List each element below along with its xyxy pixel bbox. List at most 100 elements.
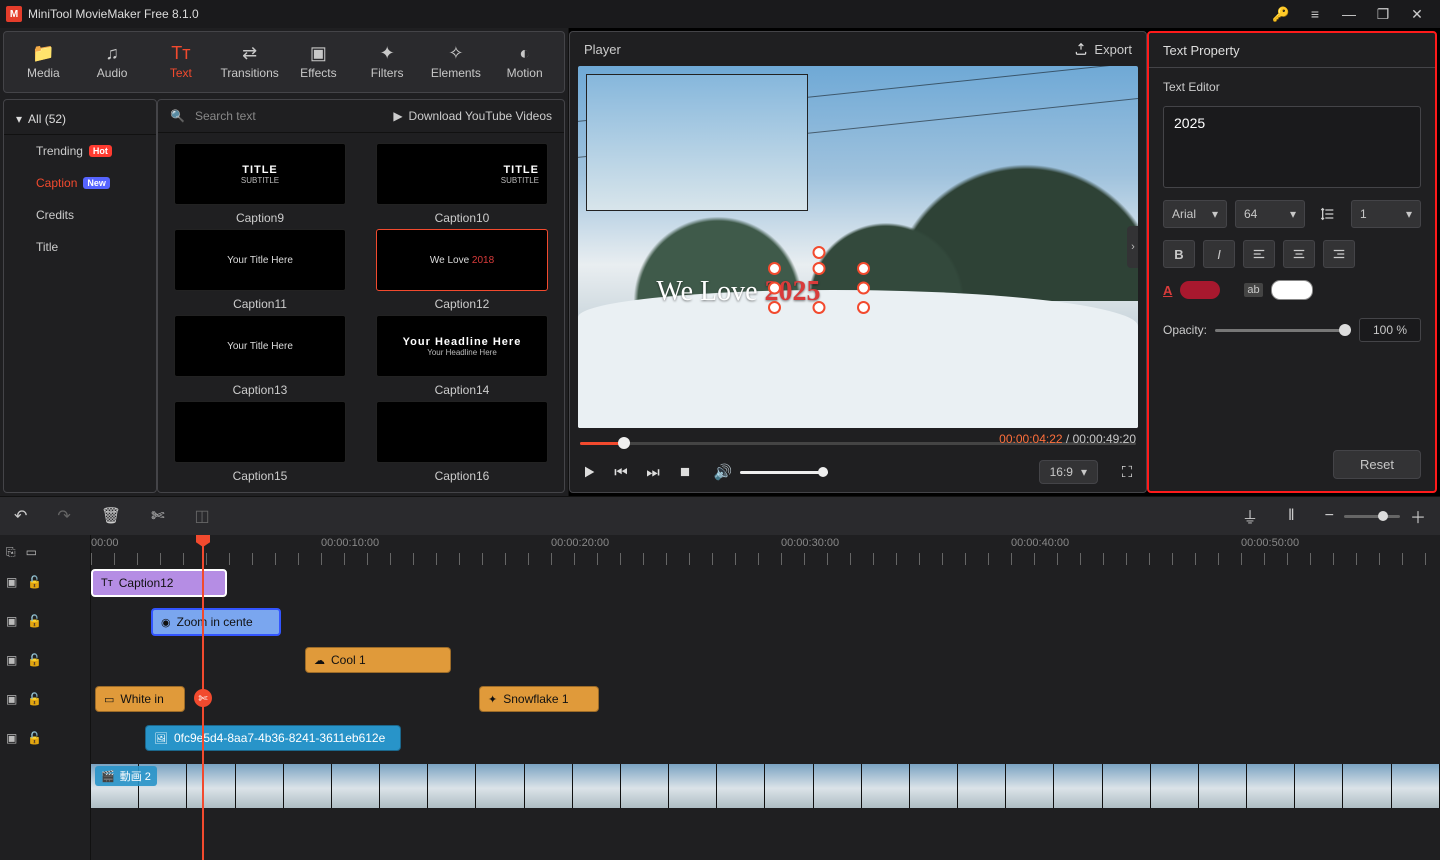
thumb-caption10[interactable]: TITLESUBTITLECaption10 (368, 143, 556, 225)
clip-transition[interactable]: ✦ Snowflake 1 (479, 686, 599, 712)
thumb-caption16[interactable]: Caption16 (368, 401, 556, 483)
zoom-in-icon[interactable]: ＋ (1410, 504, 1426, 528)
highlight-icon[interactable]: ab (1244, 283, 1262, 297)
track-visible-icon[interactable]: ▣ (6, 575, 17, 589)
track-visible-icon[interactable]: ▣ (6, 653, 17, 667)
seek-bar[interactable]: 00:00:04:22 / 00:00:49:20 (580, 434, 1136, 452)
thumb-caption9[interactable]: TITLESUBTITLECaption9 (166, 143, 354, 225)
snap-icon[interactable]: ‖ (1288, 507, 1295, 525)
export-button[interactable]: Export (1074, 42, 1132, 57)
tab-media[interactable]: 📁Media (10, 34, 77, 90)
player-title: Player (584, 42, 621, 57)
track-manager-icon[interactable]: ▭ (26, 545, 37, 559)
search-input[interactable]: Search text (195, 109, 256, 123)
clip-media[interactable]: 🖼 0fc9e5d4-8aa7-4b36-8241-3611eb612e (145, 725, 401, 751)
tab-audio[interactable]: ♫Audio (79, 34, 146, 90)
font-color-icon[interactable]: A (1163, 283, 1172, 298)
thumb-caption13[interactable]: Your Title HereCaption13 (166, 315, 354, 397)
track-lock-icon[interactable]: 🔓 (27, 731, 42, 745)
ruler-label: 00:00:40:00 (1011, 537, 1069, 549)
thumb-caption11[interactable]: Your Title HereCaption11 (166, 229, 354, 311)
thumb-caption15[interactable]: Caption15 (166, 401, 354, 483)
track-lock-icon[interactable]: 🔓 (27, 575, 42, 589)
clip-motion[interactable]: ◉ Zoom in cente (151, 608, 281, 636)
chevron-down-icon: ▾ (1081, 465, 1087, 479)
timeline-content[interactable]: 00:0000:00:10:0000:00:20:0000:00:30:0000… (91, 535, 1440, 860)
redo-icon[interactable]: ↷ (57, 506, 70, 526)
reset-button[interactable]: Reset (1333, 450, 1421, 479)
maximize-icon[interactable]: ❐ (1366, 0, 1400, 28)
upgrade-key-icon[interactable]: 🔑 (1264, 0, 1298, 28)
font-family-select[interactable]: Arial▾ (1163, 200, 1227, 228)
stop-icon[interactable] (676, 463, 694, 481)
track-visible-icon[interactable]: ▣ (6, 614, 17, 628)
menu-icon[interactable]: ≡ (1298, 0, 1332, 28)
track-lock-icon[interactable]: 🔓 (27, 614, 42, 628)
category-trending[interactable]: TrendingHot (4, 135, 156, 167)
clip-transition[interactable]: ▭ White in (95, 686, 185, 712)
line-height-select[interactable]: 1▾ (1351, 200, 1421, 228)
opacity-slider[interactable] (1215, 329, 1351, 332)
thumb-caption12[interactable]: We Love 2018Caption12 (368, 229, 556, 311)
selection-handles[interactable] (768, 262, 870, 314)
clip-effect[interactable]: ☁ Cool 1 (305, 647, 451, 673)
preview-area[interactable]: We Love 2025 › (578, 66, 1138, 428)
tab-filters[interactable]: ✦Filters (354, 34, 421, 90)
tab-motion[interactable]: ◐Motion (491, 34, 558, 90)
opacity-label: Opacity: (1163, 323, 1207, 337)
ruler-label: 00:00:50:00 (1241, 537, 1299, 549)
track-lock-icon[interactable]: 🔓 (27, 653, 42, 667)
tab-text[interactable]: TᴛText (148, 34, 215, 90)
expand-panel-icon[interactable]: › (1127, 226, 1138, 268)
prev-frame-icon[interactable]: ⏮ (612, 463, 630, 481)
align-center-button[interactable] (1283, 240, 1315, 268)
volume-control[interactable]: 🔊 (714, 463, 828, 481)
magnet-icon[interactable]: ⏚ (1242, 504, 1258, 528)
cut-marker-icon[interactable]: ✄ (194, 689, 212, 707)
play-icon[interactable] (580, 463, 598, 481)
close-icon[interactable]: ✕ (1400, 0, 1434, 28)
category-all[interactable]: ▾ All (52) (4, 104, 156, 135)
download-youtube-button[interactable]: ▶ Download YouTube Videos (393, 109, 552, 123)
video-icon: 🎬 (101, 770, 115, 783)
track-visible-icon[interactable]: ▣ (6, 692, 17, 706)
opacity-value[interactable]: 100 % (1359, 318, 1421, 342)
filmstrip-track[interactable]: 🎬 動画 2 (91, 764, 1440, 808)
track-lock-icon[interactable]: 🔓 (27, 692, 42, 706)
delete-icon[interactable]: 🗑 (101, 506, 121, 526)
font-size-select[interactable]: 64▾ (1235, 200, 1305, 228)
tab-elements[interactable]: ✧Elements (423, 34, 490, 90)
text-editor-input[interactable]: 2025 (1163, 106, 1421, 188)
category-credits[interactable]: Credits (4, 199, 156, 231)
font-color-swatch[interactable] (1180, 281, 1220, 299)
undo-icon[interactable]: ↶ (14, 506, 27, 526)
ruler-label: 00:00:30:00 (781, 537, 839, 549)
add-track-icon[interactable]: ⎘ (6, 545, 16, 560)
tab-effects[interactable]: ▣Effects (285, 34, 352, 90)
ruler[interactable]: 00:0000:00:10:0000:00:20:0000:00:30:0000… (91, 535, 1440, 569)
aspect-ratio-select[interactable]: 16:9 ▾ (1039, 460, 1098, 484)
clip-text[interactable]: Tᴛ Caption12 (91, 569, 227, 597)
zoom-out-icon[interactable]: − (1325, 507, 1334, 525)
align-left-button[interactable] (1243, 240, 1275, 268)
track-visible-icon[interactable]: ▣ (6, 731, 17, 745)
align-right-button[interactable] (1323, 240, 1355, 268)
thumb-caption14[interactable]: Your Headline HereYour Headline HereCapt… (368, 315, 556, 397)
volume-icon[interactable]: 🔊 (714, 463, 732, 481)
search-icon[interactable]: 🔍 (170, 109, 185, 123)
highlight-color-swatch[interactable] (1271, 280, 1313, 300)
next-frame-icon[interactable]: ⏭ (644, 463, 662, 481)
bold-button[interactable]: B (1163, 240, 1195, 268)
library-categories: ▾ All (52) TrendingHotCaptionNewCreditsT… (3, 99, 157, 493)
category-title[interactable]: Title (4, 231, 156, 263)
category-caption[interactable]: CaptionNew (4, 167, 156, 199)
library-grid: TITLESUBTITLECaption9TITLESUBTITLECaptio… (158, 133, 564, 492)
fullscreen-icon[interactable]: ⛶ (1118, 463, 1136, 481)
zoom-slider[interactable] (1344, 515, 1400, 518)
split-icon[interactable]: ✄ (151, 506, 164, 526)
minimize-icon[interactable]: ― (1332, 0, 1366, 28)
timeline-panel: ↶ ↷ 🗑 ✄ ◫ ⏚ ‖ − ＋ ⎘ ▭ ▣ 🔓 ▣ 🔓 ▣ 🔓 ▣ 🔓 ▣ 🔓 (0, 496, 1440, 860)
italic-button[interactable]: I (1203, 240, 1235, 268)
crop-icon[interactable]: ◫ (195, 506, 210, 526)
tab-transitions[interactable]: ⇄Transitions (216, 34, 283, 90)
